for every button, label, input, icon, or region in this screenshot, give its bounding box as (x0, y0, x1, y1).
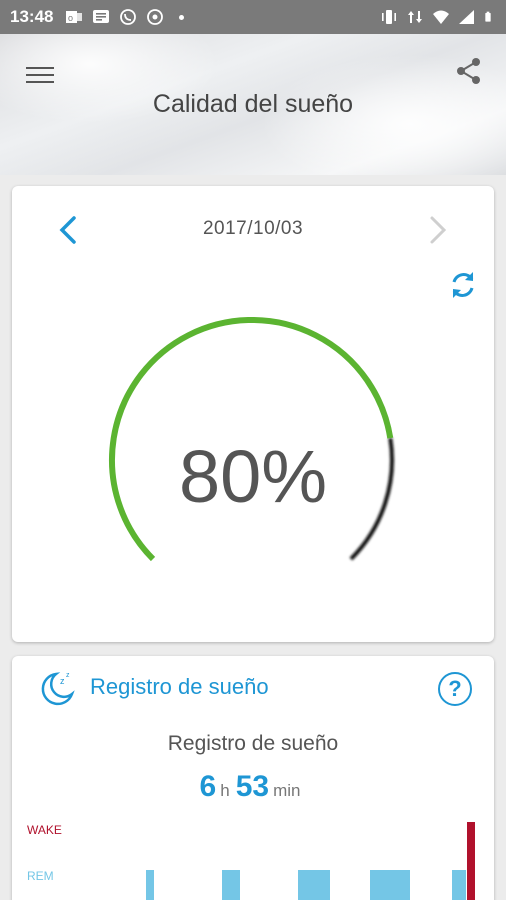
menu-icon-bar (26, 81, 54, 83)
page-title: Calidad del sueño (152, 90, 354, 118)
vibrate-icon (382, 10, 396, 24)
duration-hours-unit: h (220, 781, 230, 800)
menu-button[interactable] (24, 62, 56, 88)
sleep-stage-chart: WAKE REM (27, 822, 475, 900)
more-notifications-dot (179, 14, 185, 20)
wifi-icon (433, 10, 449, 24)
rem-bar (370, 870, 410, 900)
chat-icon (147, 9, 164, 25)
signal-icon (459, 10, 474, 24)
sleep-record-subtitle: Registro de sueño (167, 732, 339, 755)
status-time: 13:48 (10, 7, 54, 26)
whatsapp-icon (120, 9, 137, 25)
outlook-icon: o (66, 11, 83, 23)
wake-bar (467, 822, 475, 900)
date-label: 2017/10/03 (202, 218, 304, 239)
wake-stage-label: WAKE (27, 823, 62, 837)
svg-text:z: z (60, 676, 65, 686)
menu-icon-bar (26, 67, 54, 69)
rem-bar (222, 870, 240, 900)
sleep-score-value: 80% (178, 435, 328, 518)
system-icons (380, 9, 496, 25)
rem-bar (146, 870, 154, 900)
duration-minutes: 53 (235, 770, 270, 803)
moon-sleep-icon: z z (41, 672, 75, 706)
battery-icon (485, 11, 491, 22)
data-arrows-icon (408, 11, 422, 23)
menu-icon-bar (26, 74, 54, 76)
rem-bar (298, 870, 330, 900)
help-button[interactable]: ? (438, 672, 472, 706)
rem-bar (452, 870, 466, 900)
sleep-quality-card: 2017/10/03 80% (12, 186, 494, 642)
rem-stage-label: REM (27, 869, 54, 883)
duration-minutes-unit: min (273, 781, 301, 800)
refresh-icon[interactable] (446, 268, 480, 302)
sleep-duration: 6 h 53 min (12, 770, 494, 804)
share-icon[interactable] (454, 56, 484, 86)
duration-hours: 6 (199, 770, 217, 803)
next-day-button[interactable] (424, 214, 452, 246)
notification-icons: o (65, 9, 185, 25)
svg-text:o: o (68, 13, 73, 23)
sleep-record-header: Registro de sueño (90, 674, 269, 699)
status-bar: 13:48 o (0, 0, 506, 34)
header-banner: Calidad del sueño (0, 34, 506, 175)
messages-icon (93, 10, 110, 23)
svg-text:z: z (66, 672, 70, 679)
sleep-record-card: z z Registro de sueño ? Registro de sueñ… (12, 656, 494, 900)
